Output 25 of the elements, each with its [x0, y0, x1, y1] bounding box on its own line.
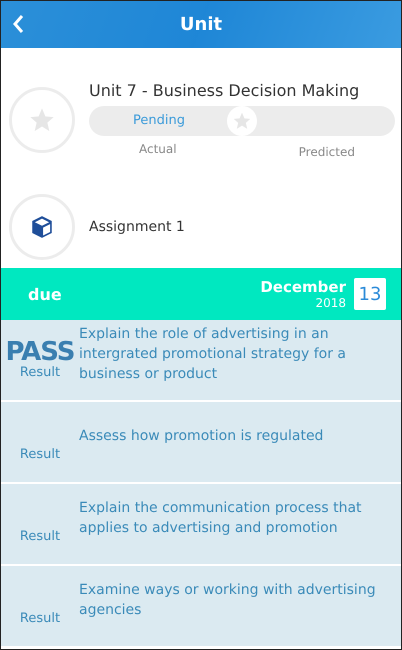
result-label: Result [20, 611, 60, 626]
result-label: Result [20, 365, 60, 380]
star-icon [28, 106, 56, 134]
status-label: Pending [133, 113, 185, 128]
calendar-day: 13 [354, 278, 386, 310]
result-label: Result [20, 447, 60, 462]
back-button[interactable] [11, 13, 25, 35]
star-icon [232, 111, 252, 131]
result-label: Result [20, 529, 60, 544]
criterion-text: Assess how promotion is regulated [79, 427, 324, 446]
criterion-text: Examine ways or working with advertising agencies [79, 581, 377, 620]
criterion-text: Explain the role of advertising in an intergrated promotional strategy for a business or product [79, 325, 347, 384]
page-title: Unit [180, 14, 222, 35]
criterion-text: Explain the communication process that applies to advertising and promotion [79, 499, 363, 538]
back-icon [11, 13, 25, 35]
due-label: due [28, 284, 63, 304]
actual-label: Actual [139, 142, 177, 158]
unit-title: Unit 7 - Business Decision Making [89, 81, 360, 100]
grade-slider[interactable]: Pending [89, 106, 395, 136]
due-month: December [260, 278, 346, 296]
assignment-title: Assignment 1 [89, 219, 185, 235]
predicted-label: Predicted [298, 145, 355, 159]
due-year: 2018 [315, 296, 346, 310]
slider-thumb[interactable] [227, 106, 257, 136]
grade-text: PASS [5, 339, 75, 365]
